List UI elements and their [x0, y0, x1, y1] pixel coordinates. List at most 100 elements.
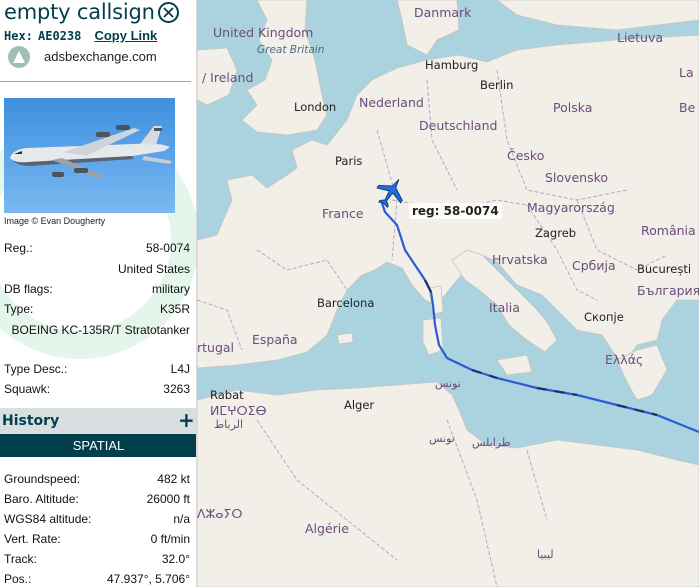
- map-label-danmark: Danmark: [414, 5, 472, 20]
- map-basemap: [197, 0, 699, 587]
- position-row: Pos.: 47.937°, 5.706°: [4, 572, 190, 587]
- baro-altitude-label: Baro. Altitude:: [4, 492, 79, 506]
- map-label-london: London: [294, 100, 337, 114]
- type-value: K35R: [159, 302, 190, 316]
- map-label-rabat: Rabat: [210, 388, 244, 402]
- baro-altitude-value: 26000 ft: [146, 492, 190, 506]
- map-label-la-edge: La: [679, 65, 694, 80]
- aircraft-info-sidebar: empty callsign Hex: AE0238 Copy Link ads…: [0, 0, 197, 587]
- aircraft-reg-label: reg: 58-0074: [409, 203, 502, 219]
- position-label: Pos.:: [4, 572, 32, 586]
- map-label-algerie: Algérie: [305, 521, 349, 536]
- map-label-great-britain: Great Britain: [257, 44, 325, 56]
- map-label-skopje: Скопје: [584, 310, 624, 324]
- type-long-value: BOEING KC-135R/T Stratotanker: [11, 323, 190, 337]
- squawk-row: Squawk: 3263: [4, 382, 190, 400]
- map-view[interactable]: reg: 58-0074 Danmark United Kingdom Grea…: [197, 0, 699, 587]
- aircraft-photo[interactable]: [4, 98, 175, 213]
- map-label-espana: España: [252, 332, 298, 347]
- map-label-paris: Paris: [335, 154, 363, 168]
- map-label-barcelona: Barcelona: [317, 296, 375, 310]
- map-label-tifinagh-dzayer: ⴷⵣⴰⵢⵔ: [197, 506, 243, 521]
- callsign-title: empty callsign: [4, 0, 155, 24]
- map-label-alger: Alger: [344, 398, 375, 412]
- wgs84-altitude-value: n/a: [173, 512, 190, 526]
- vert-rate-label: Vert. Rate:: [4, 532, 61, 546]
- typedesc-row: Type Desc.: L4J: [4, 362, 190, 380]
- hex-row: Hex: AE0238 Copy Link: [4, 25, 157, 43]
- dbflags-row: DB flags: military: [4, 282, 190, 300]
- copy-link[interactable]: Copy Link: [94, 28, 157, 43]
- map-label-tunis-country: تونس: [429, 432, 455, 445]
- vert-rate-row: Vert. Rate: 0 ft/min: [4, 532, 190, 550]
- dbflags-label: DB flags:: [4, 282, 53, 296]
- squawk-label: Squawk:: [4, 382, 51, 396]
- map-label-arabic-ribat: الرباط: [214, 418, 244, 431]
- map-label-lietuva: Lietuva: [617, 30, 664, 45]
- position-value: 47.937°, 5.706°: [107, 572, 190, 586]
- groundspeed-label: Groundspeed:: [4, 472, 81, 486]
- vert-rate-value: 0 ft/min: [150, 532, 190, 546]
- map-label-srbija: Србија: [572, 258, 616, 273]
- track-row: Track: 32.0°: [4, 552, 190, 570]
- map-label-deutschland: Deutschland: [419, 118, 498, 133]
- hex-label: Hex:: [4, 29, 33, 43]
- map-label-be-edge: Be: [679, 100, 696, 115]
- reg-label: Reg.:: [4, 241, 33, 255]
- header-divider: [0, 81, 191, 82]
- map-label-bucuresti: București: [637, 262, 692, 276]
- typedesc-value: L4J: [170, 362, 190, 376]
- track-value: 32.0°: [161, 552, 190, 566]
- map-label-hrvatska: Hrvatska: [492, 252, 548, 267]
- map-label-polska: Polska: [553, 100, 593, 115]
- wgs84-altitude-row: WGS84 altitude: n/a: [4, 512, 190, 530]
- baro-altitude-row: Baro. Altitude: 26000 ft: [4, 492, 190, 510]
- map-label-hamburg: Hamburg: [425, 58, 479, 72]
- dbflags-value: military: [152, 282, 190, 296]
- track-label: Track:: [4, 552, 37, 566]
- map-label-france: France: [322, 206, 364, 221]
- country-value: United States: [117, 262, 190, 276]
- type-label: Type:: [4, 302, 34, 316]
- map-label-united-kingdom: United Kingdom: [213, 25, 314, 40]
- map-label-nederland: Nederland: [359, 95, 424, 110]
- map-label-italia: Italia: [489, 300, 520, 315]
- groundspeed-value: 482 kt: [157, 472, 190, 486]
- history-title: History: [2, 413, 60, 429]
- adsbexchange-link[interactable]: adsbexchange.com: [44, 49, 157, 64]
- hex-value: AE0238: [38, 29, 82, 43]
- map-label-ellas: Ελλάς: [605, 352, 644, 367]
- map-label-slovensko: Slovensko: [545, 170, 609, 185]
- close-icon: [163, 7, 174, 18]
- close-button[interactable]: [158, 2, 179, 23]
- country-row: United States: [4, 262, 190, 280]
- map-label-tunis: تونس: [435, 377, 461, 390]
- history-section-header[interactable]: History +: [0, 408, 196, 434]
- callsign-row: empty callsign: [4, 0, 194, 26]
- aircraft-icon[interactable]: [375, 176, 407, 208]
- map-label-cesko: Česko: [507, 148, 545, 163]
- map-label-berlin: Berlin: [480, 78, 514, 92]
- wgs84-altitude-label: WGS84 altitude:: [4, 512, 92, 526]
- expand-plus-icon[interactable]: +: [178, 409, 195, 431]
- spatial-section-header[interactable]: SPATIAL: [0, 434, 196, 457]
- groundspeed-row: Groundspeed: 482 kt: [4, 472, 190, 490]
- typedesc-label: Type Desc.:: [4, 362, 68, 376]
- adsbexchange-logo-icon[interactable]: [8, 46, 30, 68]
- reg-value: 58-0074: [145, 241, 190, 255]
- squawk-value: 3263: [163, 382, 190, 396]
- photo-credit: Image © Evan Dougherty: [4, 216, 106, 226]
- type-row: Type: K35R: [4, 302, 190, 320]
- map-label-magyarorszag: Magyarország: [527, 200, 615, 215]
- map-label-portugal: rtugal: [197, 340, 235, 355]
- map-label-romania: România: [641, 223, 696, 238]
- aircraft-photo-image: [10, 125, 172, 178]
- map-label-balgariya: България: [637, 283, 699, 298]
- map-label-tripoli: طرابلس: [472, 436, 511, 449]
- map-label-ireland: / Ireland: [202, 70, 254, 85]
- map-label-libya: ليبيا: [537, 548, 554, 561]
- map-label-zagreb: Zagreb: [535, 226, 577, 240]
- map-label-tifinagh: ⵍⵎⵖⵔⵉⴱ: [210, 403, 267, 418]
- site-row: adsbexchange.com: [8, 45, 193, 69]
- reg-row: Reg.: 58-0074: [4, 241, 190, 259]
